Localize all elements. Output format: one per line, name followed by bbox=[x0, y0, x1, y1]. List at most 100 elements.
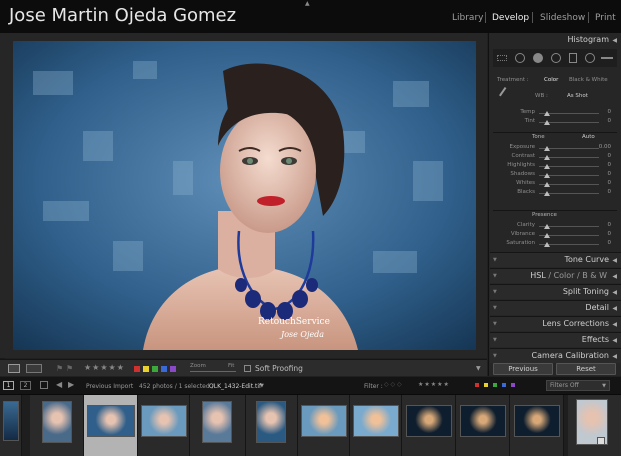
panel-hsl[interactable]: ▼ HSL / Color / B & W ◀ bbox=[490, 268, 621, 283]
treatment-bw[interactable]: Black & White bbox=[569, 77, 608, 83]
filters-off-dropdown[interactable]: Filters Off ▼ bbox=[546, 380, 610, 391]
filmstrip-cell[interactable] bbox=[510, 395, 564, 456]
panel-effects[interactable]: ▼ Effects ◀ bbox=[490, 332, 621, 347]
color-label-swatch[interactable] bbox=[134, 366, 140, 372]
grid-tool-icon[interactable] bbox=[497, 55, 507, 61]
filmstrip-cell[interactable] bbox=[190, 395, 246, 456]
previous-button[interactable]: Previous bbox=[493, 363, 553, 375]
panel-tone-curve[interactable]: ▼ Tone Curve ◀ bbox=[490, 252, 621, 267]
slider-knob-whites[interactable] bbox=[544, 182, 550, 187]
filename-dropdown-icon[interactable]: ▼ bbox=[260, 383, 264, 389]
module-library[interactable]: Library bbox=[452, 13, 483, 23]
filmstrip-cell[interactable] bbox=[0, 395, 22, 456]
histogram-header[interactable]: Histogram bbox=[568, 35, 610, 44]
filmstrip-cell[interactable] bbox=[298, 395, 350, 456]
zoom-slider[interactable] bbox=[190, 371, 236, 372]
filmstrip-cell[interactable] bbox=[456, 395, 510, 456]
adjustment-brush-icon[interactable] bbox=[601, 57, 613, 59]
tone-auto-button[interactable]: Auto bbox=[582, 134, 595, 140]
loupe-view-icon[interactable] bbox=[8, 364, 20, 373]
slider-knob-shadows[interactable] bbox=[544, 173, 550, 178]
expand-icon[interactable]: ◀ bbox=[612, 289, 617, 296]
filmstrip-cell[interactable] bbox=[350, 395, 402, 456]
filter-color-swatch[interactable] bbox=[502, 383, 506, 387]
histogram-collapse-icon[interactable]: ◀ bbox=[612, 37, 617, 44]
panel-switch-icon[interactable]: ▼ bbox=[493, 257, 497, 263]
panel-switch-icon[interactable]: ▼ bbox=[493, 305, 497, 311]
expand-icon[interactable]: ◀ bbox=[612, 337, 617, 344]
forward-arrow-icon[interactable]: ▶ bbox=[68, 380, 74, 389]
source-label[interactable]: Previous Import bbox=[86, 383, 133, 390]
slider-knob-tint[interactable] bbox=[544, 120, 550, 125]
back-arrow-icon[interactable]: ◀ bbox=[56, 380, 62, 389]
graduated-filter-icon[interactable] bbox=[569, 53, 577, 63]
eyedropper-icon[interactable] bbox=[499, 87, 513, 101]
expand-icon[interactable]: ◀ bbox=[612, 353, 617, 360]
filmstrip-cell[interactable] bbox=[246, 395, 298, 456]
reject-flag-icon[interactable]: ⚑ bbox=[66, 364, 73, 373]
panel-switch-icon[interactable]: ▼ bbox=[493, 353, 497, 359]
module-slideshow[interactable]: Slideshow bbox=[540, 13, 585, 23]
filmstrip-cell[interactable] bbox=[138, 395, 190, 456]
panel-split-toning[interactable]: ▼ Split Toning ◀ bbox=[490, 284, 621, 299]
bw-tab[interactable]: B & W bbox=[582, 271, 607, 280]
filmstrip-cell[interactable] bbox=[402, 395, 456, 456]
expand-icon[interactable]: ◀ bbox=[612, 273, 617, 280]
module-print[interactable]: Print bbox=[595, 13, 616, 23]
slider-knob-vibrance[interactable] bbox=[544, 233, 550, 238]
module-develop[interactable]: Develop bbox=[492, 13, 529, 23]
page-button-1[interactable]: 1 bbox=[3, 381, 14, 390]
panel-switch-icon[interactable]: ▼ bbox=[493, 273, 497, 279]
main-photo[interactable]: RetouchService Jose Ojeda bbox=[13, 41, 476, 350]
filename: OLK_1432-Edit.tif bbox=[209, 383, 262, 390]
filter-color-swatch[interactable] bbox=[484, 383, 488, 387]
expand-icon[interactable]: ◀ bbox=[612, 321, 617, 328]
panel-switch-icon[interactable]: ▼ bbox=[493, 321, 497, 327]
treatment-color[interactable]: Color bbox=[544, 77, 558, 83]
color-label-swatch[interactable] bbox=[152, 366, 158, 372]
filter-color-swatch[interactable] bbox=[511, 383, 515, 387]
filter-color-swatch[interactable] bbox=[475, 383, 479, 387]
slider-knob-blacks[interactable] bbox=[544, 191, 550, 196]
wb-select[interactable]: As Shot bbox=[567, 93, 588, 99]
slider-knob-temp[interactable] bbox=[544, 111, 550, 116]
panel-toggle-icon[interactable]: ▲ bbox=[305, 0, 310, 7]
filmstrip-cell-selected[interactable] bbox=[84, 395, 138, 456]
slider-knob-highlights[interactable] bbox=[544, 164, 550, 169]
hsl-tab[interactable]: HSL bbox=[530, 271, 546, 280]
slider-knob-exposure[interactable] bbox=[544, 146, 550, 151]
panel-lens-corrections[interactable]: ▼ Lens Corrections ◀ bbox=[490, 316, 621, 331]
reset-button[interactable]: Reset bbox=[556, 363, 616, 375]
filmstrip-cell[interactable] bbox=[30, 395, 84, 456]
filmstrip-cell[interactable] bbox=[568, 395, 621, 456]
filter-flags[interactable]: ◇ ◇ ◇ bbox=[384, 381, 402, 388]
slider-knob-saturation[interactable] bbox=[544, 242, 550, 247]
color-label-swatch[interactable] bbox=[161, 366, 167, 372]
star-rating[interactable]: ★★★★★ bbox=[84, 363, 125, 372]
grid-view-icon[interactable] bbox=[40, 381, 48, 389]
toolbar-menu-icon[interactable]: ▼ bbox=[476, 365, 481, 372]
filter-color-swatch[interactable] bbox=[493, 383, 497, 387]
crop-tool-icon[interactable] bbox=[515, 53, 525, 63]
slider-knob-clarity[interactable] bbox=[544, 224, 550, 229]
radial-filter-icon[interactable] bbox=[585, 53, 595, 63]
slider-label-contrast: Contrast bbox=[511, 153, 535, 159]
red-eye-icon[interactable] bbox=[551, 53, 561, 63]
panel-switch-icon[interactable]: ▼ bbox=[493, 289, 497, 295]
color-tab[interactable]: Color bbox=[554, 271, 575, 280]
soft-proofing-checkbox[interactable] bbox=[244, 365, 251, 372]
slider-value-saturation: 0 bbox=[607, 240, 612, 246]
color-label-swatch[interactable] bbox=[170, 366, 176, 372]
slider-knob-contrast[interactable] bbox=[544, 155, 550, 160]
filter-stars[interactable]: ★★★★★ bbox=[418, 381, 450, 388]
panel-switch-icon[interactable]: ▼ bbox=[493, 337, 497, 343]
spot-removal-icon[interactable] bbox=[533, 53, 543, 63]
panel-detail[interactable]: ▼ Detail ◀ bbox=[490, 300, 621, 315]
expand-icon[interactable]: ◀ bbox=[612, 305, 617, 312]
before-after-icon[interactable] bbox=[26, 364, 42, 373]
expand-icon[interactable]: ◀ bbox=[612, 257, 617, 264]
flag-icon[interactable]: ⚑ bbox=[56, 364, 63, 373]
panel-camera-calibration[interactable]: ▼ Camera Calibration ◀ bbox=[490, 348, 621, 363]
page-button-2[interactable]: 2 bbox=[20, 381, 31, 390]
color-label-swatch[interactable] bbox=[143, 366, 149, 372]
